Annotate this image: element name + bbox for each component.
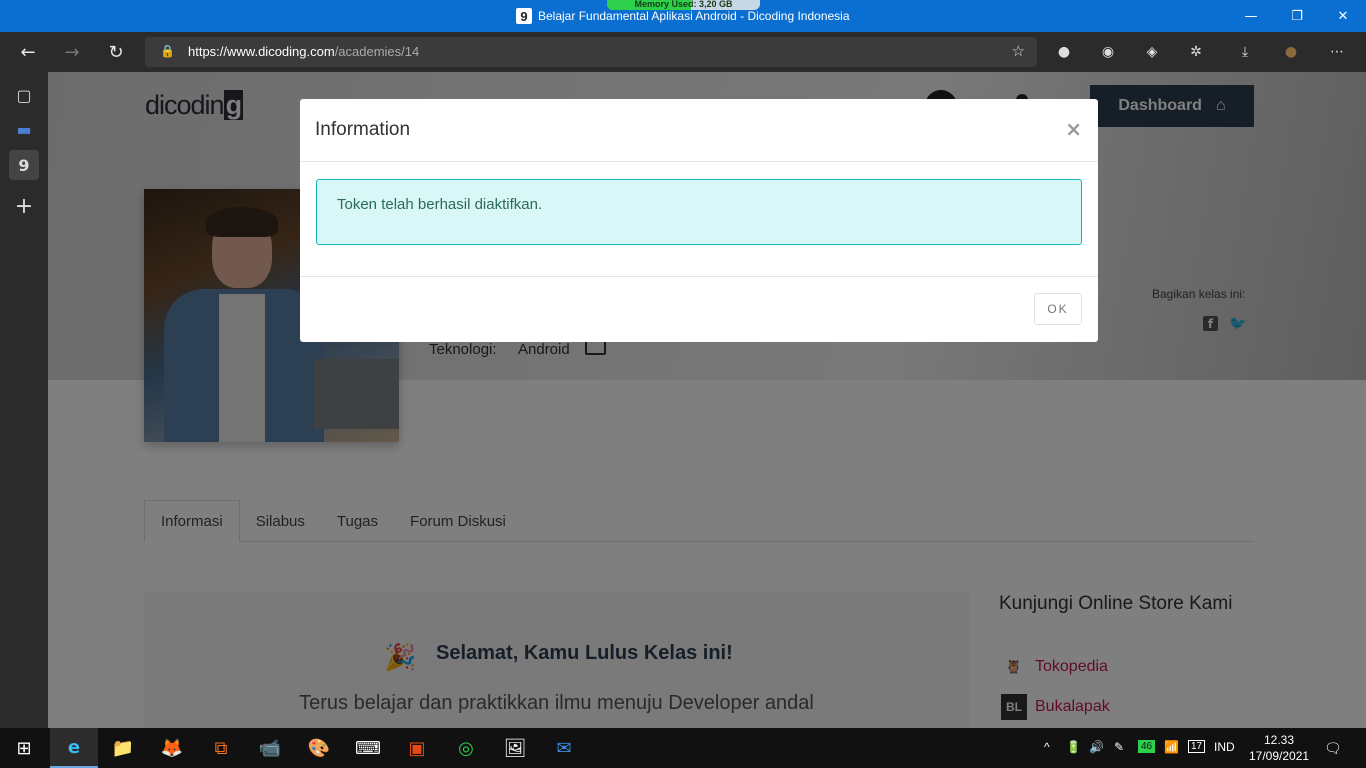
pen-icon[interactable]: ✎ (1114, 740, 1124, 754)
clock-date: 17/09/2021 (1249, 749, 1310, 763)
browser-toolbar: ← → ↻ 🔒 https://www.dicoding.com/academi… (0, 32, 1366, 72)
notifications-icon[interactable]: 🗨 (1324, 740, 1342, 757)
url-host: https://www.dicoding.com (188, 44, 335, 59)
ok-button[interactable]: OK (1034, 293, 1082, 325)
web-page: dicoding Dashboard ⌂ Teknologi: Android … (48, 72, 1366, 728)
url-text[interactable]: https://www.dicoding.com/academies/14 (188, 44, 419, 59)
back-button[interactable]: ← (16, 40, 40, 64)
refresh-button[interactable]: ↻ (104, 40, 128, 64)
modal-title: Information (315, 119, 411, 140)
meet-icon[interactable]: 📹 (246, 728, 294, 768)
language-indicator[interactable]: IND (1214, 740, 1235, 754)
extension-2-icon[interactable]: ◉ (1098, 42, 1118, 62)
tab-actions-icon[interactable]: ▢ (9, 80, 39, 110)
address-bar[interactable]: 🔒 https://www.dicoding.com/academies/14 … (145, 37, 1037, 67)
volume-icon[interactable]: 🔊 (1089, 740, 1104, 754)
mail-icon[interactable]: ✉ (540, 728, 588, 768)
profile-avatar-icon[interactable]: ● (1281, 42, 1301, 62)
windows-taskbar: ⊞ e 📁 🦊 ⧉ 📹 🎨 ⌨ ▣ ◎ 🖼 ✉ ^ 🔋 🔊 ✎ 46 📶 17 … (0, 728, 1366, 768)
tray-chevron-icon[interactable]: ^ (1044, 740, 1050, 754)
photos-icon[interactable]: 🖼 (491, 728, 539, 768)
lock-icon: 🔒 (160, 44, 175, 58)
alert-message: Token telah berhasil diaktifkan. (337, 196, 543, 213)
system-clock[interactable]: 12.33 17/09/2021 (1249, 732, 1309, 764)
url-path: /academies/14 (334, 44, 420, 59)
screen-recorder-icon[interactable]: ◎ (442, 728, 490, 768)
paint-icon[interactable]: 🎨 (295, 728, 343, 768)
extensions-puzzle-icon[interactable]: ✲ (1186, 42, 1206, 62)
downloads-icon[interactable]: ⤓ (1235, 42, 1255, 62)
tray-badge[interactable]: 46 (1138, 740, 1156, 753)
calendar-icon[interactable]: 17 (1188, 740, 1206, 753)
start-button[interactable]: ⊞ (0, 728, 48, 768)
success-alert: Token telah berhasil diaktifkan. (316, 179, 1082, 245)
new-tab-icon[interactable]: + (9, 191, 39, 221)
favorite-star-icon[interactable]: ☆ (1012, 42, 1025, 60)
minimize-button[interactable]: — (1228, 0, 1274, 32)
dicoding-favicon-icon: 9 (516, 8, 532, 24)
wifi-icon[interactable]: 📶 (1164, 740, 1179, 754)
extension-3-icon[interactable]: ◈ (1142, 42, 1162, 62)
close-window-button[interactable]: ✕ (1320, 0, 1366, 32)
tab-item-1-icon[interactable]: ▬ (9, 114, 39, 144)
window-title-text: Belajar Fundamental Aplikasi Android - D… (538, 9, 850, 23)
information-modal: Information × Token telah berhasil diakt… (300, 99, 1098, 342)
keyboard-icon[interactable]: ⌨ (344, 728, 392, 768)
file-explorer-icon[interactable]: 📁 (99, 728, 147, 768)
office-icon[interactable]: ▣ (393, 728, 441, 768)
restore-button[interactable]: ❐ (1274, 0, 1320, 32)
firefox-icon[interactable]: 🦊 (148, 728, 196, 768)
more-menu-icon[interactable]: ⋯ (1327, 42, 1347, 62)
battery-icon[interactable]: 🔋 (1066, 740, 1081, 754)
modal-header: Information × (300, 99, 1098, 162)
forward-button[interactable]: → (60, 40, 84, 64)
window-title: 9 Belajar Fundamental Aplikasi Android -… (516, 8, 850, 24)
window-titlebar: Memory Used: 3,20 GB 9 Belajar Fundament… (0, 0, 1366, 32)
tab-item-dicoding-icon[interactable]: 9 (9, 150, 39, 180)
xampp-icon[interactable]: ⧉ (197, 728, 245, 768)
clock-time: 12.33 (1263, 733, 1295, 747)
close-icon[interactable]: × (1065, 117, 1082, 141)
extension-1-icon[interactable]: ● (1054, 42, 1074, 62)
modal-footer: OK (300, 276, 1098, 342)
edge-app-icon[interactable]: e (50, 728, 98, 768)
vertical-tabs-sidebar: ▢ ▬ 9 + (0, 72, 48, 728)
